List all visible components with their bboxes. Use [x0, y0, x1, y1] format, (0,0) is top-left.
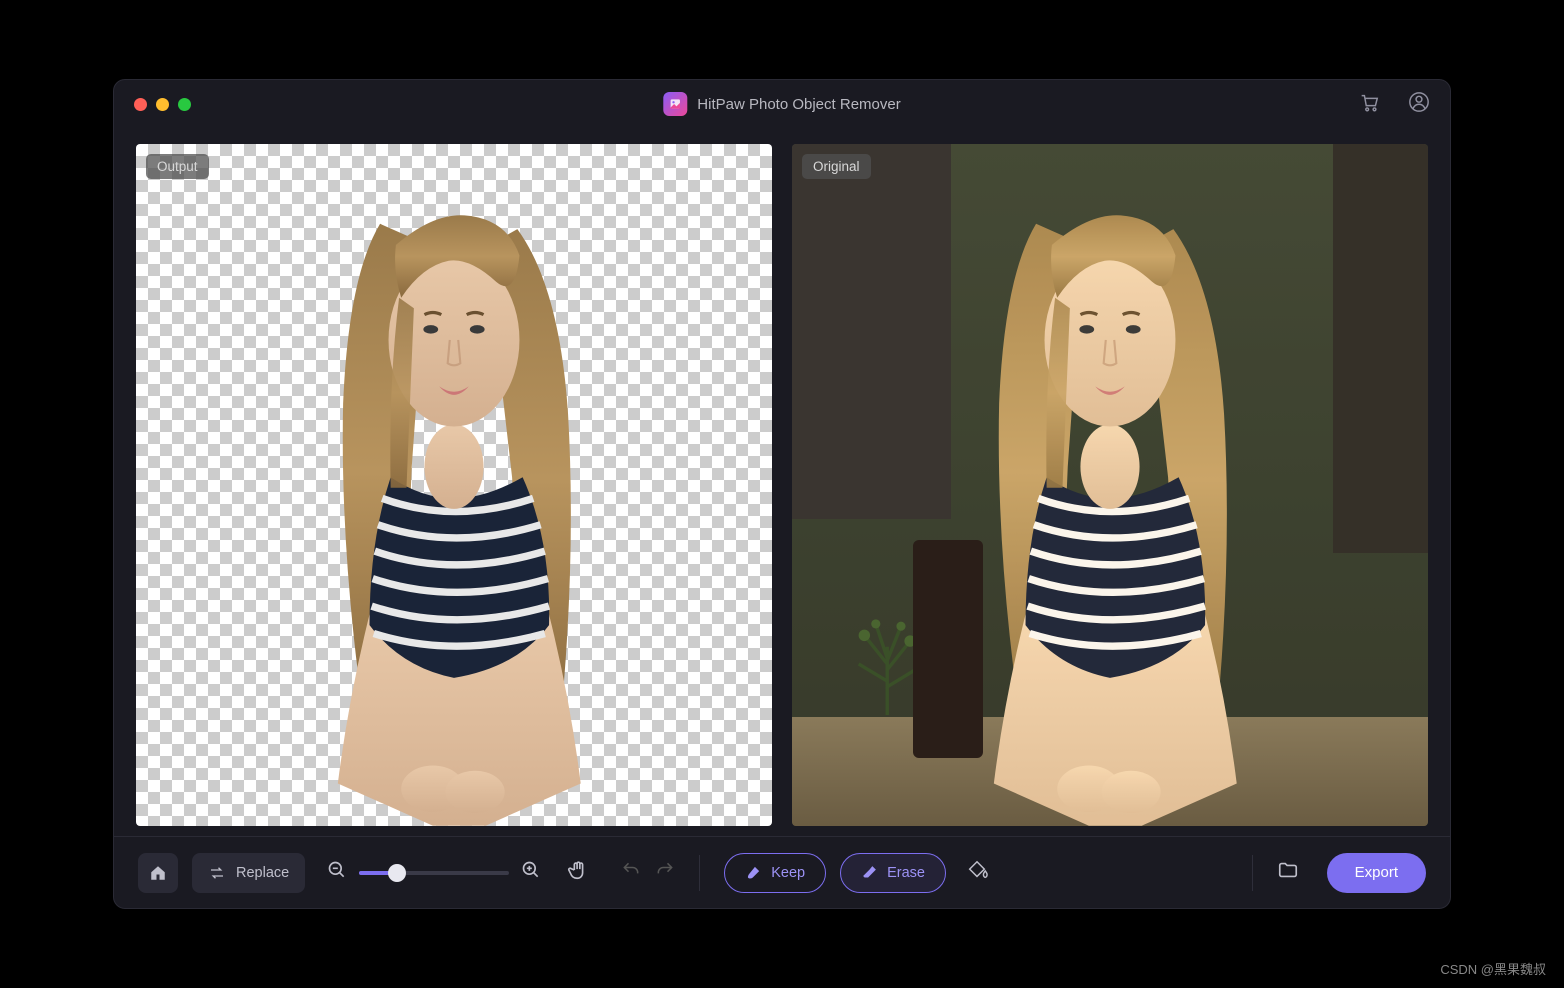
home-button[interactable] — [138, 853, 178, 893]
undo-icon[interactable] — [621, 860, 641, 885]
replace-button[interactable]: Replace — [192, 853, 305, 893]
watermark-text: CSDN @黑果魏叔 — [1440, 959, 1546, 978]
close-button[interactable] — [134, 98, 147, 111]
app-icon — [663, 92, 687, 116]
maximize-button[interactable] — [178, 98, 191, 111]
titlebar: HitPaw Photo Object Remover — [114, 80, 1450, 128]
zoom-slider[interactable] — [359, 871, 509, 875]
original-label: Original — [802, 154, 871, 179]
undo-redo-group — [621, 860, 675, 885]
zoom-out-icon[interactable] — [327, 860, 347, 885]
bucket-fill-icon[interactable] — [966, 859, 988, 886]
swap-icon — [208, 864, 226, 882]
keep-button[interactable]: Keep — [724, 853, 826, 893]
zoom-controls — [327, 860, 541, 885]
erase-button[interactable]: Erase — [840, 853, 946, 893]
keep-label: Keep — [771, 865, 805, 881]
zoom-in-icon[interactable] — [521, 860, 541, 885]
replace-label: Replace — [236, 865, 289, 881]
redo-icon[interactable] — [655, 860, 675, 885]
output-panel[interactable]: Output — [136, 144, 772, 826]
divider — [699, 855, 700, 891]
content-area: Output — [114, 128, 1450, 836]
open-folder-icon[interactable] — [1277, 859, 1299, 886]
eraser-icon — [861, 864, 878, 881]
brush-icon — [745, 864, 762, 881]
export-button[interactable]: Export — [1327, 853, 1426, 893]
original-panel[interactable]: Original — [792, 144, 1428, 826]
subject-original — [894, 171, 1326, 826]
toolbar: Replace Keep — [114, 836, 1450, 908]
subject-cutout — [238, 171, 670, 826]
app-window: HitPaw Photo Object Remover Output — [113, 79, 1451, 909]
divider — [1252, 855, 1253, 891]
erase-label: Erase — [887, 865, 925, 881]
app-title: HitPaw Photo Object Remover — [663, 92, 900, 116]
output-label: Output — [146, 154, 209, 179]
user-icon[interactable] — [1408, 91, 1430, 118]
app-title-text: HitPaw Photo Object Remover — [697, 96, 900, 113]
minimize-button[interactable] — [156, 98, 169, 111]
cart-icon[interactable] — [1358, 91, 1380, 118]
pan-hand-icon[interactable] — [567, 859, 589, 886]
tool-pills: Keep Erase — [724, 853, 988, 893]
traffic-lights — [134, 98, 191, 111]
